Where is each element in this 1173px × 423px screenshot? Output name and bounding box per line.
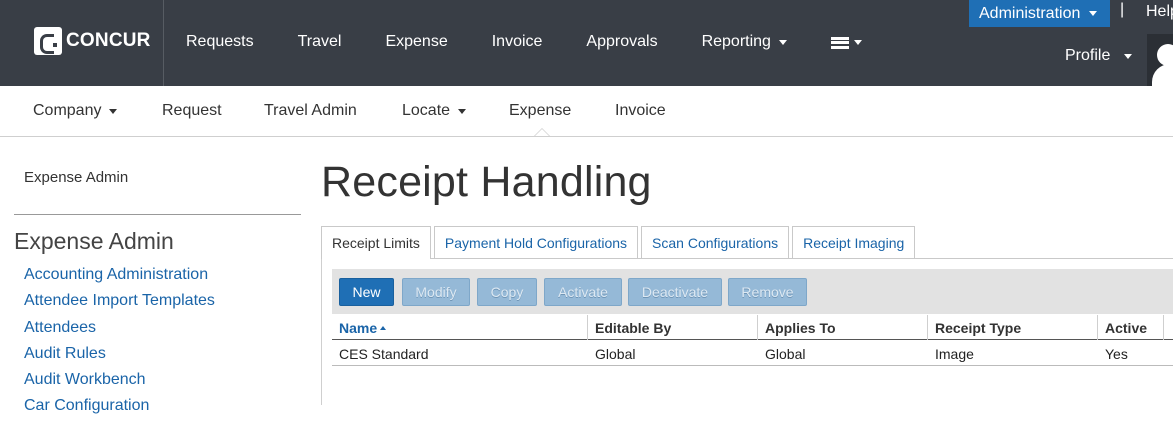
topbar-divider	[163, 0, 164, 86]
column-header-editable-by[interactable]: Editable By	[588, 315, 758, 340]
concur-logo[interactable]: CONCUR	[34, 27, 151, 55]
deactivate-button[interactable]: Deactivate	[628, 278, 722, 306]
chevron-down-icon	[778, 39, 787, 45]
column-header-name-label: Name	[339, 319, 378, 336]
nav-expense-label: Expense	[385, 33, 448, 50]
sidebar-link-audit-rules[interactable]: Audit Rules	[24, 344, 215, 370]
activate-button[interactable]: Activate	[544, 278, 622, 306]
subnav-request-label: Request	[162, 102, 222, 119]
tab-receipt-limits[interactable]: Receipt Limits	[321, 226, 431, 259]
main-nav: Requests Travel Expense Invoice Approval…	[186, 33, 906, 51]
column-header-active[interactable]: Active	[1098, 315, 1164, 340]
nav-travel[interactable]: Travel	[298, 33, 342, 51]
table-row[interactable]: CES Standard Global Global Image Yes	[332, 341, 1173, 366]
tab-payment-hold-configurations-label: Payment Hold Configurations	[444, 234, 628, 251]
profile-label: Profile	[1065, 47, 1111, 64]
column-header-receipt-type-label: Receipt Type	[935, 319, 1022, 336]
sidebar-title: Expense Admin	[14, 228, 174, 254]
tab-receipt-imaging[interactable]: Receipt Imaging	[792, 226, 916, 258]
active-tab-indicator	[534, 128, 550, 136]
tab-receipt-imaging-label: Receipt Imaging	[803, 234, 905, 251]
cell-editable-by: Global	[595, 345, 636, 362]
sidebar-heading[interactable]: Expense Admin	[24, 169, 128, 186]
nav-reporting[interactable]: Reporting	[702, 33, 787, 51]
cell-applies-to: Global	[765, 345, 806, 362]
subnav-expense-label: Expense	[509, 102, 572, 119]
admin-subnav: Company Request Travel Admin Locate Expe…	[0, 86, 1173, 137]
tab-scan-configurations-label: Scan Configurations	[652, 234, 779, 251]
user-avatar-icon[interactable]	[1147, 34, 1173, 86]
chevron-down-icon	[458, 108, 467, 114]
subnav-locate[interactable]: Locate	[402, 102, 467, 120]
nav-travel-label: Travel	[297, 33, 342, 50]
nav-requests-label: Requests	[186, 33, 254, 50]
chevron-down-icon	[1124, 53, 1133, 59]
nav-invoice[interactable]: Invoice	[492, 33, 543, 51]
subnav-request[interactable]: Request	[162, 102, 222, 120]
tab-payment-hold-configurations[interactable]: Payment Hold Configurations	[433, 226, 639, 258]
concur-logo-icon	[34, 27, 62, 55]
page-title: Receipt Handling	[321, 158, 652, 206]
sidebar-link-audit-workbench[interactable]: Audit Workbench	[24, 370, 215, 396]
subnav-invoice-label: Invoice	[615, 102, 666, 119]
separator: |	[1120, 1, 1125, 18]
sidebar-link-accounting-administration[interactable]: Accounting Administration	[24, 265, 215, 291]
column-header-applies-to[interactable]: Applies To	[758, 315, 928, 340]
sidebar-link-attendee-import-templates[interactable]: Attendee Import Templates	[24, 291, 215, 317]
nav-approvals[interactable]: Approvals	[586, 33, 657, 51]
column-header-receipt-type[interactable]: Receipt Type	[928, 315, 1098, 340]
subnav-locate-label: Locate	[402, 102, 451, 119]
sidebar-link-attendees[interactable]: Attendees	[24, 318, 215, 344]
help-menu-link[interactable]: Help	[1146, 3, 1173, 21]
subnav-travel-admin-label: Travel Admin	[264, 102, 357, 119]
nav-expense[interactable]: Expense	[385, 33, 447, 51]
profile-menu-button[interactable]: Profile	[1065, 47, 1133, 65]
logo-text: CONCUR	[66, 30, 151, 51]
cell-receipt-type: Image	[935, 345, 974, 362]
grid-toolbar: New Modify Copy Activate Deactivate Remo…	[332, 269, 1173, 314]
chevron-down-icon	[109, 108, 118, 114]
sidebar-link-car-configuration[interactable]: Car Configuration	[24, 396, 215, 422]
subnav-travel-admin[interactable]: Travel Admin	[264, 102, 357, 120]
subnav-expense[interactable]: Expense	[509, 102, 571, 120]
tab-scan-configurations[interactable]: Scan Configurations	[641, 226, 790, 258]
subnav-company-label: Company	[33, 102, 102, 119]
nav-requests[interactable]: Requests	[186, 33, 254, 51]
column-header-active-label: Active	[1105, 319, 1148, 336]
sidebar-links: Accounting Administration Attendee Impor…	[24, 265, 215, 423]
chevron-down-icon	[853, 39, 862, 45]
sort-ascending-icon	[380, 325, 387, 330]
content-left-border	[321, 258, 322, 405]
administration-label: Administration	[979, 4, 1081, 22]
subnav-company[interactable]: Company	[33, 102, 118, 120]
nav-invoice-label: Invoice	[491, 33, 543, 50]
subnav-invoice[interactable]: Invoice	[615, 102, 666, 120]
nav-reporting-label: Reporting	[701, 33, 771, 50]
nav-more-menu[interactable]	[830, 33, 862, 51]
sidebar-divider	[14, 214, 301, 215]
copy-button[interactable]: Copy	[477, 278, 537, 306]
tab-receipt-limits-label: Receipt Limits	[332, 235, 420, 251]
cell-active: Yes	[1105, 345, 1128, 362]
administration-menu-button[interactable]: Administration	[969, 0, 1110, 27]
modify-button[interactable]: Modify	[402, 278, 470, 306]
grid-header: Name Editable By Applies To Receipt Type…	[332, 315, 1173, 340]
column-header-applies-to-label: Applies To	[765, 319, 836, 336]
column-header-editable-by-label: Editable By	[595, 319, 672, 336]
chevron-down-icon	[1089, 11, 1098, 16]
hamburger-menu-icon	[830, 36, 849, 49]
column-header-name[interactable]: Name	[332, 315, 588, 340]
tabs-baseline	[321, 258, 1173, 259]
nav-approvals-label: Approvals	[586, 33, 658, 50]
receipt-handling-tabs: Receipt Limits Payment Hold Configuratio…	[321, 226, 918, 259]
new-button[interactable]: New	[339, 278, 394, 306]
top-navigation-bar: CONCUR Requests Travel Expense Invoice A…	[0, 0, 1173, 86]
cell-name: CES Standard	[339, 345, 429, 362]
remove-button[interactable]: Remove	[728, 278, 807, 306]
